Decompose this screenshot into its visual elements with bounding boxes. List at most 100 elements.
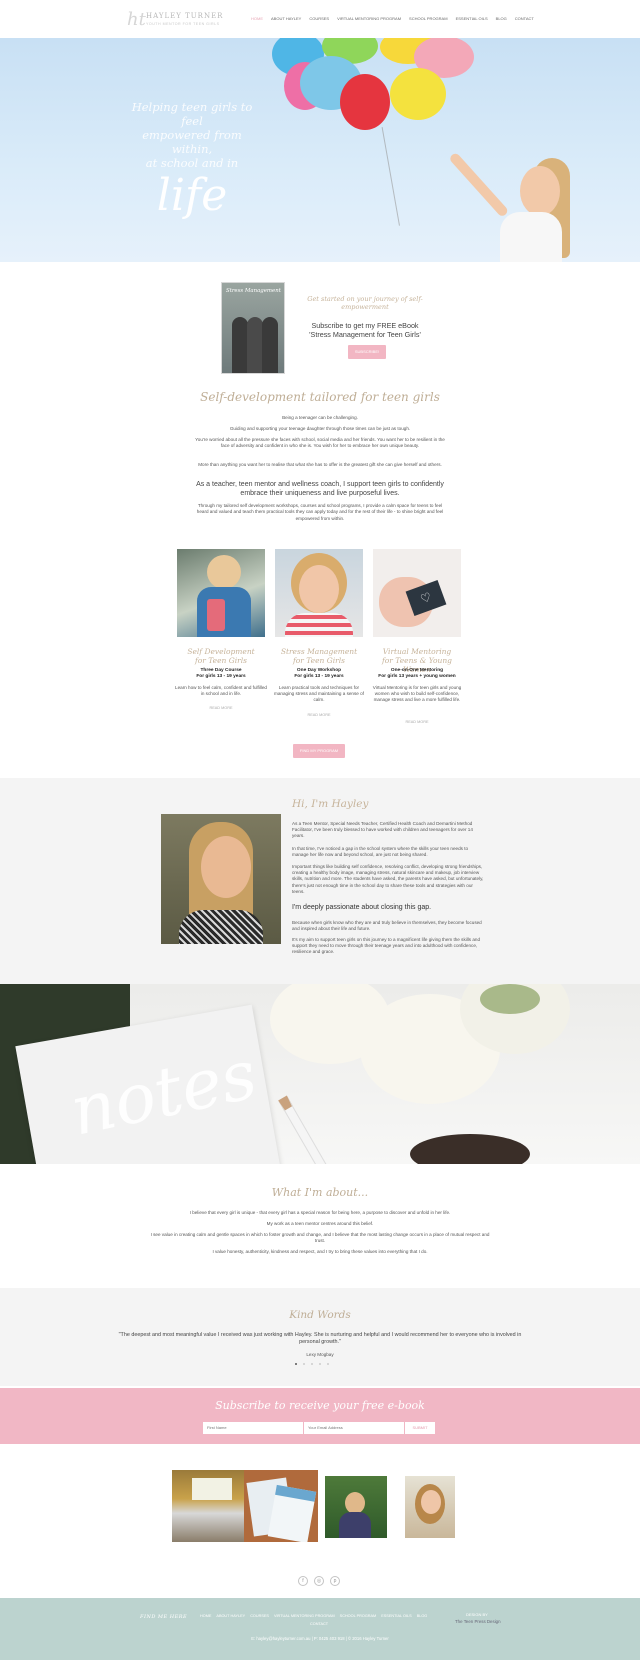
- intro-p1: Being a teenager can be challenging.: [282, 415, 358, 420]
- hero-banner: Helping teen girls to feel empowered fro…: [0, 38, 640, 262]
- program-2-face: [299, 565, 339, 613]
- program-1-title-2: for Teen Girls: [195, 656, 247, 665]
- pager-dot-5[interactable]: [327, 1363, 329, 1365]
- testimonial-title: Kind Words: [289, 1309, 351, 1321]
- program-1-read-more[interactable]: READ MORE: [173, 706, 269, 710]
- program-2-title[interactable]: Stress Management for Teen Girls: [271, 647, 367, 665]
- about-p5: Because when girls know who they are and…: [292, 920, 482, 932]
- program-1-title[interactable]: Self Development for Teen Girls: [173, 647, 269, 665]
- site-footer: [0, 1598, 640, 1660]
- footer-nav-virtual-mentoring[interactable]: VIRTUAL MENTORING PROGRAM: [274, 1614, 335, 1618]
- program-1-figure: [207, 555, 241, 589]
- gallery-portrait[interactable]: [405, 1476, 455, 1538]
- nav-virtual-mentoring[interactable]: VIRTUAL MENTORING PROGRAM: [337, 16, 401, 21]
- notes-image-band: notes: [0, 984, 640, 1164]
- program-2-shirt: [285, 613, 353, 637]
- nav-about[interactable]: ABOUT HAYLEY: [271, 16, 301, 21]
- logo-name: HAYLEY TURNER: [146, 12, 224, 20]
- program-3-desc: Virtual Mentoring is for teen girls and …: [372, 685, 462, 702]
- balloon-yellow-2: [390, 68, 446, 120]
- outdoor-figure: [345, 1492, 365, 1514]
- footer-nav-blog[interactable]: BLOG: [417, 1614, 428, 1618]
- values-p1: I believe that every girl is unique - th…: [189, 1210, 451, 1215]
- nav-contact[interactable]: CONTACT: [515, 16, 534, 21]
- cover-figure-3: [262, 317, 278, 373]
- footer-nav-contact[interactable]: CONTACT: [310, 1622, 328, 1626]
- footer-copyright: E: hayley@hayleyturner.com.au | P: 0425 …: [251, 1636, 389, 1641]
- ebook-cover-title: Stress Management: [226, 288, 281, 294]
- pager-dot-1[interactable]: [295, 1363, 297, 1365]
- footer-design-link[interactable]: The Teen Press Design: [455, 1619, 501, 1624]
- cover-figure-2: [247, 317, 263, 373]
- program-image-3[interactable]: ♡: [373, 549, 461, 637]
- subscribe-band: [0, 1388, 640, 1444]
- gallery-booklets[interactable]: [244, 1470, 318, 1542]
- footer-design-label: DESIGN BY: [466, 1612, 488, 1617]
- footer-nav-courses[interactable]: COURSES: [250, 1614, 269, 1618]
- program-1-sub-2: For girls 13 - 19 years: [196, 674, 246, 679]
- testimonial-author: Lexy Mogbay: [306, 1352, 334, 1357]
- cover-figure-1: [232, 317, 248, 373]
- about-title: Hi, I'm Hayley: [292, 798, 369, 810]
- subscribe-title: Subscribe to receive your free e-book: [215, 1399, 425, 1412]
- girl-face: [520, 166, 560, 216]
- program-image-2[interactable]: [275, 549, 363, 637]
- intro-p6: Through my tailored self development wor…: [196, 503, 444, 521]
- email-input[interactable]: [304, 1422, 404, 1434]
- pager-dot-3[interactable]: [311, 1363, 313, 1365]
- testimonial-pager: [295, 1363, 329, 1365]
- subscribe-submit-button[interactable]: SUBMIT: [405, 1422, 435, 1434]
- classroom-window: [192, 1478, 232, 1500]
- about-p2: In that time, I've noticed a gap in the …: [292, 846, 469, 858]
- site-logo[interactable]: ht HAYLEY TURNER YOUTH MENTOR FOR TEEN G…: [127, 9, 222, 31]
- main-nav: HOME ABOUT HAYLEY COURSES VIRTUAL MENTOR…: [251, 16, 534, 21]
- gallery-classroom[interactable]: [172, 1470, 252, 1542]
- hero-line-2: empowered from within,: [142, 128, 242, 156]
- instagram-icon[interactable]: ◎: [314, 1576, 324, 1586]
- girl-dress: [500, 212, 562, 262]
- pager-dot-2[interactable]: [303, 1363, 305, 1365]
- first-name-input[interactable]: [203, 1422, 303, 1434]
- nav-essential-oils[interactable]: ESSENTIAL OILS: [456, 16, 488, 21]
- intro-p4: More than anything you want her to reali…: [198, 462, 442, 467]
- program-2-title-1: Stress Management: [280, 647, 358, 656]
- find-my-program-button[interactable]: FIND MY PROGRAM: [293, 744, 345, 758]
- hero-line-1: Helping teen girls to feel: [131, 100, 253, 128]
- program-2-read-more[interactable]: READ MORE: [271, 713, 367, 717]
- booklet-2: [267, 1484, 317, 1542]
- nav-school-program[interactable]: SCHOOL PROGRAM: [409, 16, 448, 21]
- intro-p5: As a teacher, teen mentor and wellness c…: [196, 481, 444, 497]
- footer-find-me: FIND ME HERE: [140, 1614, 188, 1620]
- portrait-face: [421, 1490, 441, 1514]
- testimonial-quote: "The deepest and most meaningful value I…: [118, 1332, 522, 1345]
- intro-p2: Guiding and supporting your teenage daug…: [229, 426, 411, 431]
- about-p1: As a Teen Mentor, Special Needs Teacher,…: [292, 821, 473, 839]
- nav-courses[interactable]: COURSES: [309, 16, 329, 21]
- coffee-cup: [410, 1134, 530, 1164]
- footer-nav: HOME ABOUT HAYLEY COURSES VIRTUAL MENTOR…: [200, 1614, 427, 1618]
- nav-blog[interactable]: BLOG: [496, 16, 507, 21]
- logo-tagline: YOUTH MENTOR FOR TEEN GIRLS: [146, 22, 220, 26]
- values-p3: I see value in creating calm and gentle …: [150, 1232, 490, 1243]
- program-1-blender: [207, 599, 225, 631]
- program-3-subtitle: One-on-One Mentoring For girls 13 years …: [369, 668, 465, 680]
- program-1-subtitle: Three Day Course For girls 13 - 19 years: [173, 668, 269, 680]
- program-3-read-more[interactable]: READ MORE: [369, 720, 465, 724]
- outdoor-shirt: [339, 1512, 371, 1538]
- facebook-icon[interactable]: f: [298, 1576, 308, 1586]
- gallery-outdoor[interactable]: [325, 1476, 387, 1538]
- balloon-red: [340, 74, 390, 130]
- nav-home[interactable]: HOME: [251, 16, 263, 21]
- ebook-subscribe-button[interactable]: SUBSCRIBE!: [348, 345, 386, 359]
- pager-dot-4[interactable]: [319, 1363, 321, 1365]
- program-image-1[interactable]: [177, 549, 265, 637]
- footer-nav-essential-oils[interactable]: ESSENTIAL OILS: [381, 1614, 411, 1618]
- footer-nav-school-program[interactable]: SCHOOL PROGRAM: [340, 1614, 377, 1618]
- ebook-cover: Stress Management: [221, 282, 285, 374]
- program-2-subtitle: One Day Workshop For girls 13 - 19 years: [271, 668, 367, 680]
- footer-nav-home[interactable]: HOME: [200, 1614, 211, 1618]
- footer-nav-about[interactable]: ABOUT HAYLEY: [216, 1614, 245, 1618]
- values-p4: I value honesty, authenticity, kindness …: [212, 1249, 428, 1254]
- pinterest-icon[interactable]: p: [330, 1576, 340, 1586]
- green-leaf: [480, 984, 540, 1014]
